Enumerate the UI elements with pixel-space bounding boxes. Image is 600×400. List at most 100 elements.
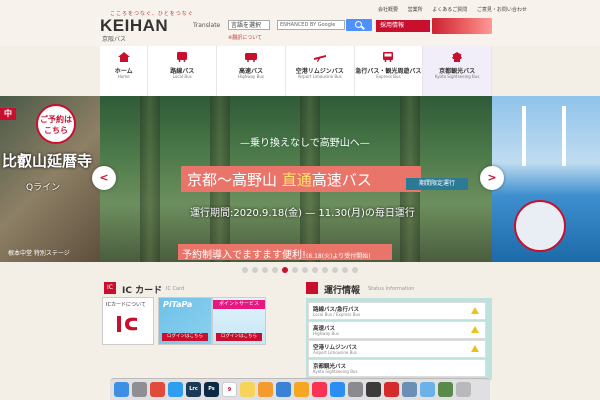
operation-row-en: Airport Limousine Bus <box>313 350 358 355</box>
translation-note-link[interactable]: ※翻訳について <box>228 34 262 41</box>
route-title-start: 京都〜高野山 <box>187 171 282 189</box>
bridge-tower <box>522 106 526 166</box>
chrome-icon[interactable] <box>150 382 165 397</box>
notes-icon[interactable] <box>240 382 255 397</box>
limited-badge: 期間限定運行 <box>406 178 468 190</box>
carousel-dot[interactable] <box>292 267 298 273</box>
nav-kyoto-sightseeing[interactable]: 京都観光バス Kyoto Sightseeing Bus <box>423 46 492 96</box>
music-icon[interactable] <box>312 382 327 397</box>
carousel-dot[interactable] <box>322 267 328 273</box>
ic-heading-box: IC <box>104 282 116 294</box>
bridge-tower <box>562 106 566 166</box>
carousel-next-button[interactable]: > <box>480 166 504 190</box>
carousel-dot[interactable] <box>272 267 278 273</box>
carousel-dot[interactable] <box>312 267 318 273</box>
operation-row-kyoto[interactable]: 京都観光バス Kyoto Sightseeing Bus <box>308 359 486 377</box>
chevron-right-icon: > <box>487 171 497 184</box>
search-button[interactable] <box>346 19 372 31</box>
carousel-dot[interactable] <box>302 267 308 273</box>
recruit-button[interactable]: 採用情報 <box>376 20 430 32</box>
carousel-dot[interactable] <box>262 267 268 273</box>
launchpad-icon[interactable] <box>132 382 147 397</box>
operation-row-local[interactable]: 路線バス/急行バス Local Bus / Express Bus <box>308 302 486 320</box>
operation-row-en: Kyoto Sightseeing Bus <box>313 369 358 374</box>
nav-local-bus[interactable]: 路線バス Local Bus <box>148 46 218 96</box>
acrobat-icon[interactable] <box>384 382 399 397</box>
slide-active[interactable]: —乗り換えなしで高野山へ— 京都〜高野山 直通高速バス 期間限定運行 運行期間:… <box>100 96 492 262</box>
slide-slogan: —乗り換えなしで高野山へ— <box>240 138 370 149</box>
nav-highway-bus-sub: Highway Bus <box>238 74 264 79</box>
ic-logo-icon <box>117 316 137 332</box>
carousel-dot[interactable] <box>332 267 338 273</box>
utility-links: 会社概要 営業所 よくあるご質問 ご意見・お問い合わせ <box>378 6 535 13</box>
pitapa-login-button[interactable]: ログインはこちら <box>162 333 208 341</box>
slide-prev-preview[interactable]: 中 ご予約はこちら 比叡山延暦寺 Qライン 根本中堂 特別ステージ <box>0 96 100 262</box>
pages-icon[interactable] <box>294 382 309 397</box>
main-nav: ホーム Home 路線バス Local Bus 高速バス Highway Bus… <box>100 46 492 96</box>
ic-heading-sub: IC Card <box>166 286 185 292</box>
nav-airport-bus-sub: Airport Limousine Bus <box>297 74 342 79</box>
hero-carousel: 中 ご予約はこちら 比叡山延暦寺 Qライン 根本中堂 特別ステージ —乗り換えな… <box>0 96 600 262</box>
route-banner: 京都〜高野山 直通高速バス <box>181 166 421 192</box>
search-input[interactable]: ENHANCED BY Google <box>277 20 345 30</box>
logo-wordmark: KEIHAN <box>100 16 169 35</box>
reservation-note: (8.18(火)より受付開始) <box>306 253 371 260</box>
status-triangle-icon <box>471 307 479 314</box>
temple-title: 比叡山延暦寺 <box>2 152 93 170</box>
nav-home-sub: Home <box>117 74 130 79</box>
trash-icon[interactable] <box>456 382 471 397</box>
pitapa-card[interactable]: PiTaPa ログインはこちら <box>158 297 212 345</box>
folder-icon[interactable] <box>420 382 435 397</box>
nav-home[interactable]: ホーム Home <box>100 46 149 96</box>
point-service-label: ポイントサービス <box>213 300 265 309</box>
operation-row-airport[interactable]: 空港リムジンバス Airport Limousine Bus <box>308 340 486 358</box>
carousel-prev-button[interactable]: < <box>92 166 116 190</box>
logo-subtitle: 京阪バス <box>102 36 127 43</box>
language-select[interactable]: 言語を選択 <box>228 20 270 30</box>
point-login-button[interactable]: ログインはこちら <box>216 333 262 341</box>
finder-icon[interactable] <box>114 382 129 397</box>
operation-period: 運行期間:2020.9.18(金) — 11.30(月)の毎日運行 <box>190 208 415 219</box>
operation-panel: 路線バス/急行バス Local Bus / Express Bus 高速バス H… <box>306 298 492 380</box>
nav-highway-bus[interactable]: 高速バス Highway Bus <box>217 46 286 96</box>
settings-icon[interactable] <box>348 382 363 397</box>
carousel-dot[interactable] <box>352 267 358 273</box>
carousel-dots <box>242 267 362 273</box>
photoshop-icon[interactable]: Ps <box>204 382 219 397</box>
point-service-card[interactable]: ポイントサービス ログインはこちら <box>212 297 266 345</box>
operation-row-highway[interactable]: 高速バス Highway Bus <box>308 321 486 339</box>
appstore-icon[interactable] <box>330 382 345 397</box>
nav-local-bus-sub: Local Bus <box>172 74 192 79</box>
keynote-icon[interactable] <box>276 382 291 397</box>
carousel-dot[interactable] <box>342 267 348 273</box>
image-icon[interactable] <box>438 382 453 397</box>
printer-icon[interactable] <box>366 382 381 397</box>
reservation-badge[interactable]: ご予約はこちら <box>36 104 76 144</box>
carousel-dot[interactable] <box>242 267 248 273</box>
site-header: こころをつなぐ、ひとをつなぐ KEIHAN 京阪バス Translate 言語を… <box>0 0 600 46</box>
calendar-icon[interactable]: 9 <box>222 382 237 397</box>
safari-icon[interactable] <box>168 382 183 397</box>
highway-bus-icon <box>244 53 257 62</box>
reservation-text: 予約制導入でますます便利! <box>182 250 307 261</box>
nav-express-bus[interactable]: 急行バス・観光周遊バス Express Bus <box>355 46 424 96</box>
lightroom-icon[interactable]: Lrc <box>186 382 201 397</box>
nav-airport-bus[interactable]: 空港リムジンバス Airport Limousine Bus <box>286 46 355 96</box>
carousel-dot[interactable] <box>282 267 288 273</box>
photos-icon[interactable] <box>258 382 273 397</box>
utility-link-contact[interactable]: ご意見・お問い合わせ <box>477 7 527 13</box>
preview-icon[interactable] <box>402 382 417 397</box>
carousel-dot[interactable] <box>252 267 258 273</box>
macos-dock: Lrc Ps 9 <box>110 378 490 400</box>
nav-kyoto-sightseeing-sub: Kyoto Sightseeing Bus <box>434 74 480 79</box>
left-badge-mark: 中 <box>0 108 16 120</box>
utility-link-company[interactable]: 会社概要 <box>378 7 398 13</box>
bus-status-icon <box>306 282 318 294</box>
reservation-bar: 予約制導入でますます便利!(8.18(火)より受付開始) <box>178 244 392 261</box>
next-slide-badge[interactable] <box>514 200 566 252</box>
utility-link-faq[interactable]: よくあるご質問 <box>432 7 467 13</box>
utility-link-offices[interactable]: 営業所 <box>408 7 423 13</box>
ic-card-info[interactable]: ICカードについて <box>102 297 154 345</box>
recruit-banner-image[interactable] <box>432 18 492 34</box>
pagoda-icon <box>452 52 463 62</box>
